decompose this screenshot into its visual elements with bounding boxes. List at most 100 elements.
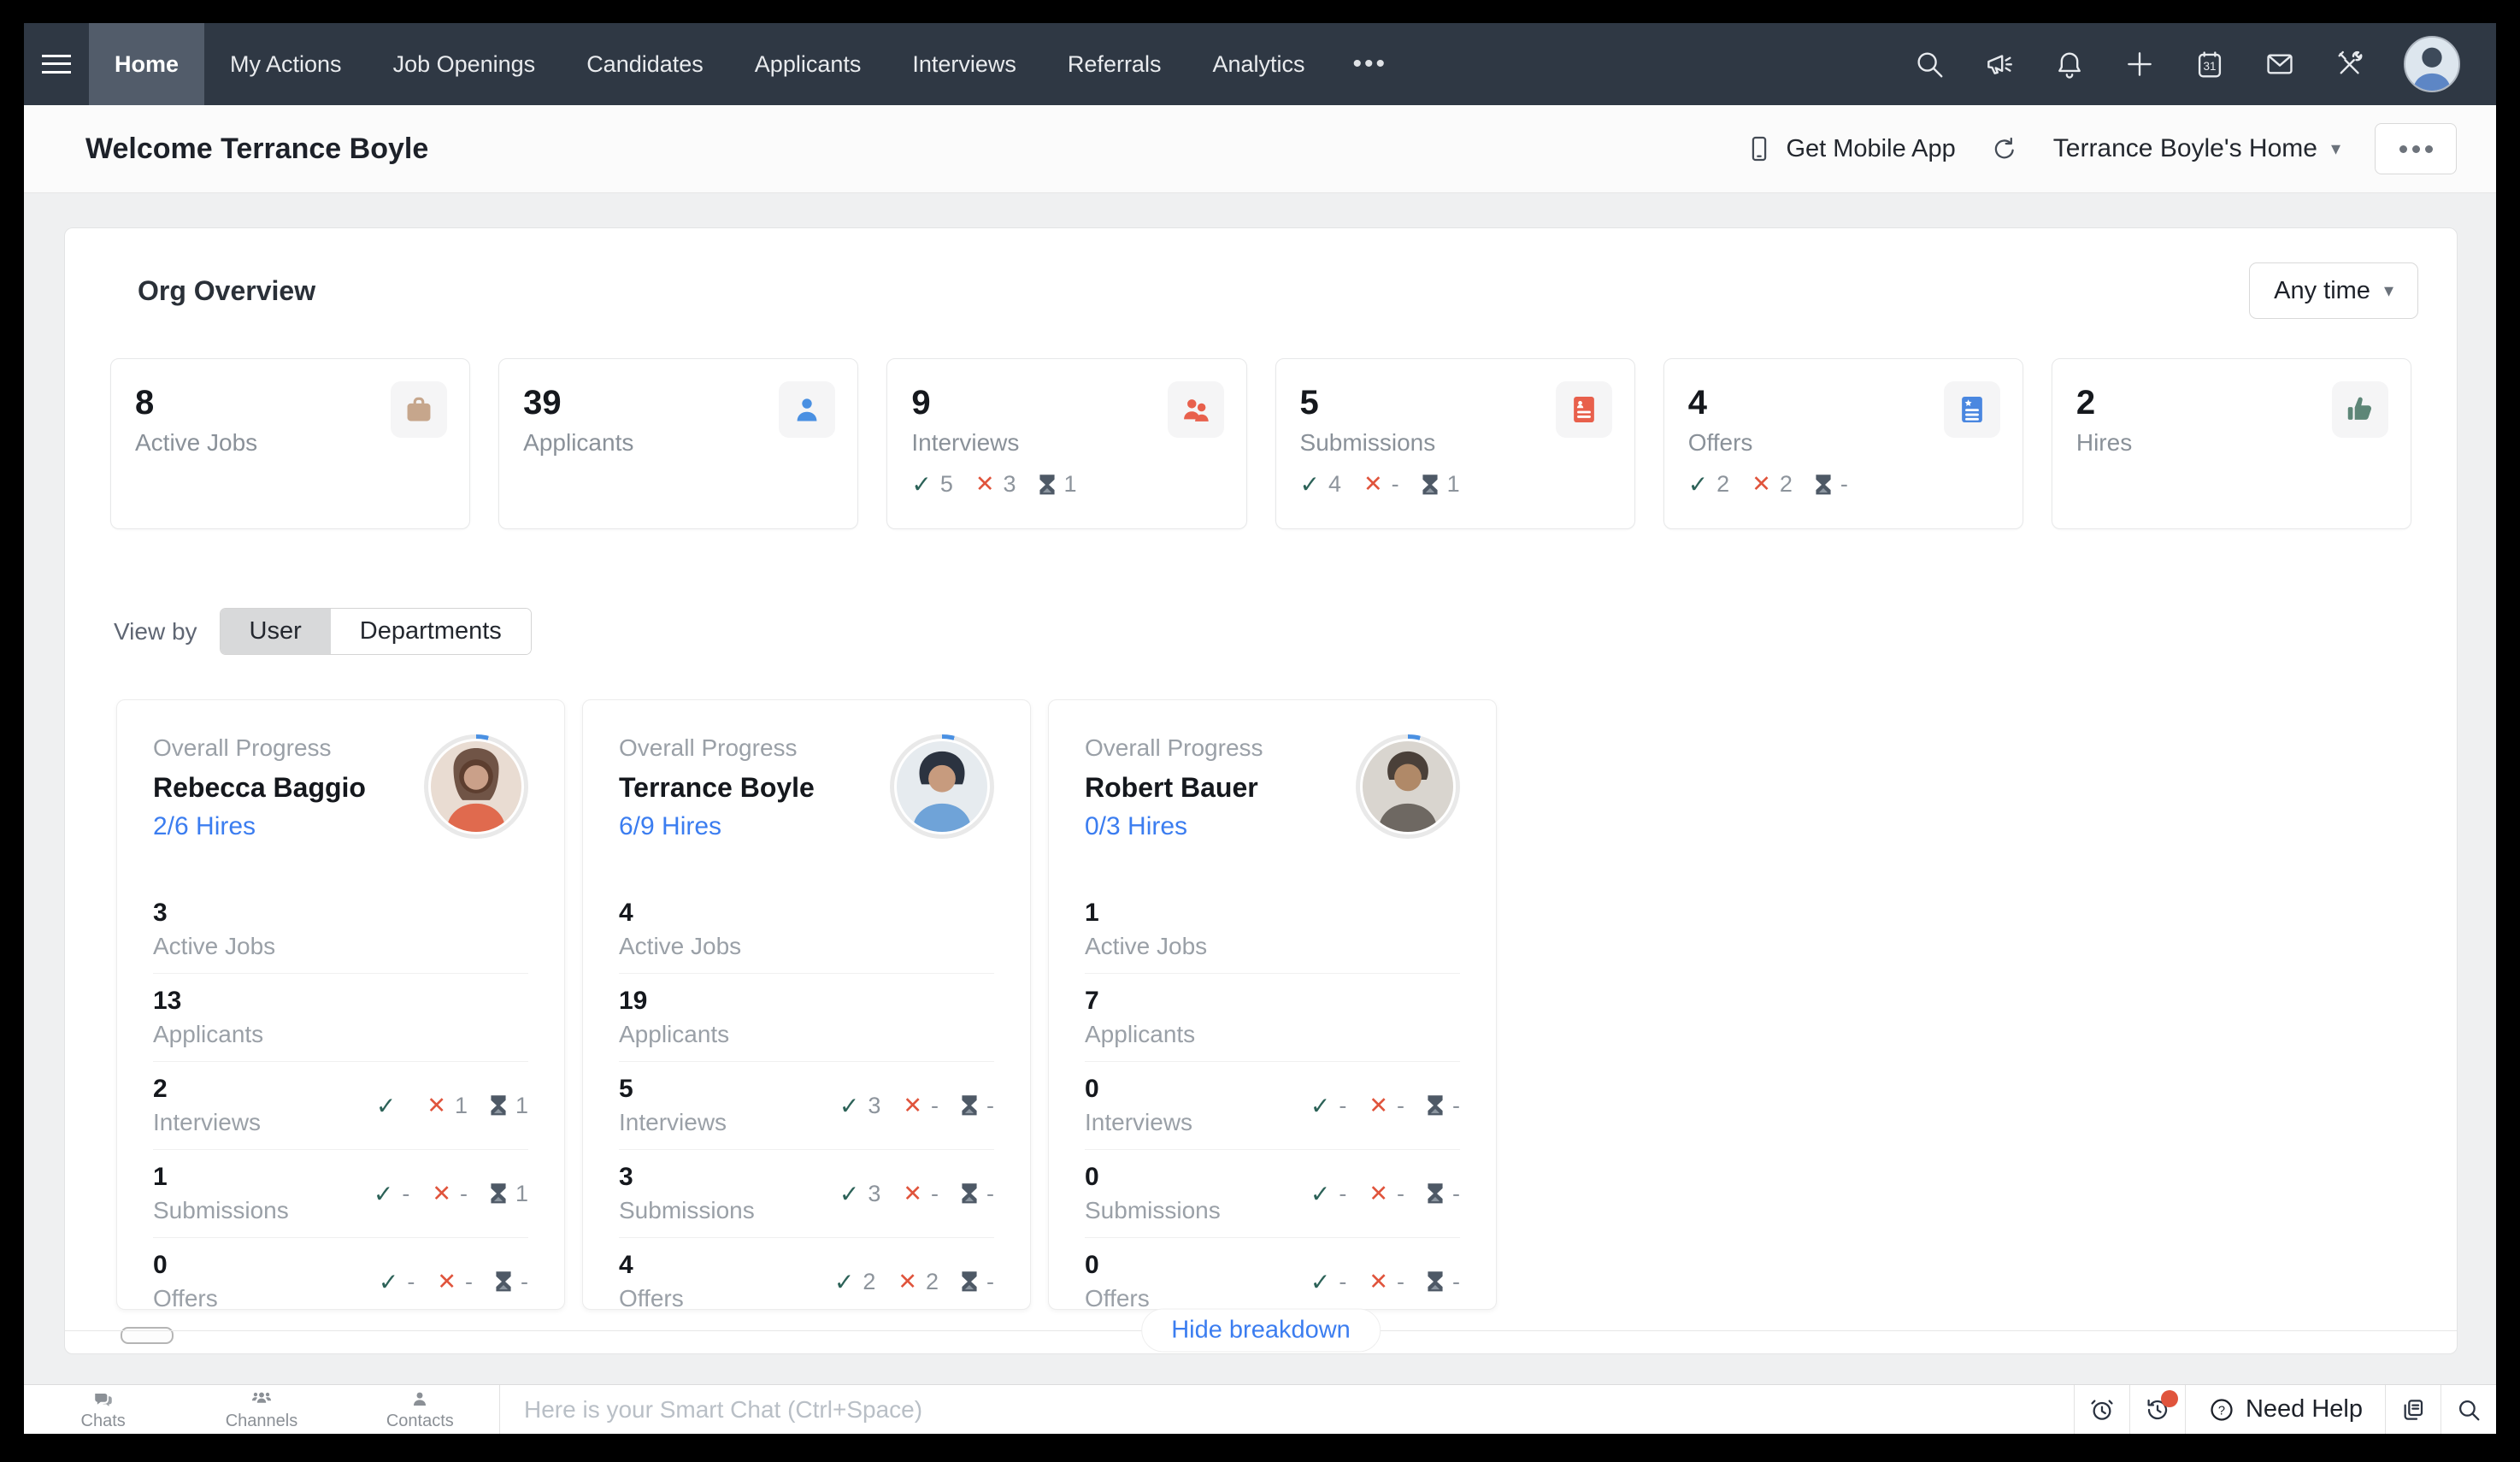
nav-item-candidates[interactable]: Candidates <box>561 23 729 105</box>
user-stat-row: 4 Active Jobs <box>619 886 994 974</box>
bell-icon[interactable] <box>2053 48 2086 80</box>
nav-item-interviews[interactable]: Interviews <box>886 23 1042 105</box>
doc-star-icon <box>1943 381 2000 438</box>
hires-link[interactable]: 2/6 Hires <box>153 812 256 841</box>
hamburger-menu-icon[interactable] <box>24 23 89 105</box>
pending-count: 1 <box>1063 471 1077 497</box>
pending-count: - <box>521 1268 528 1294</box>
check-count: 2 <box>1716 471 1730 497</box>
bottom-chat-bar: Chats Channels Contacts ? Need Help <box>24 1384 2496 1434</box>
smart-chat-input[interactable] <box>522 1394 2074 1424</box>
row-label: Active Jobs <box>153 933 276 959</box>
check-count: - <box>407 1268 415 1294</box>
header-more-button[interactable] <box>2375 123 2457 174</box>
nav-item-my-actions[interactable]: My Actions <box>204 23 368 105</box>
plus-icon[interactable] <box>2123 48 2156 80</box>
calendar-icon[interactable]: 31 <box>2193 48 2226 80</box>
overall-progress-label: Overall Progress <box>1085 734 1263 761</box>
feedback-button[interactable] <box>2385 1385 2441 1434</box>
chat-tab-channels[interactable]: Channels <box>182 1385 340 1434</box>
check-icon: ✓ <box>1310 1268 1331 1295</box>
pending-count: 1 <box>515 1092 528 1118</box>
rejected-count: - <box>1391 471 1399 497</box>
check-count: - <box>402 1180 410 1206</box>
reminders-button[interactable] <box>2073 1385 2129 1434</box>
question-circle-icon: ? <box>2211 1398 2233 1421</box>
get-mobile-app-button[interactable]: Get Mobile App <box>1745 134 1956 163</box>
status-breakdown: ✓ 2 ✕ 2 - <box>834 1268 994 1296</box>
pending-count: - <box>986 1180 994 1206</box>
chat-tab-contacts[interactable]: Contacts <box>341 1385 499 1434</box>
check-icon: ✓ <box>375 1092 397 1119</box>
user-stat-row: 3 Active Jobs <box>153 886 528 974</box>
check-icon: ✓ <box>1687 471 1709 498</box>
people-icon <box>1167 381 1224 438</box>
user-stat-row: 1 Submissions ✓ - ✕ -1 <box>153 1150 528 1238</box>
hide-breakdown-button[interactable]: Hide breakdown <box>1141 1308 1381 1353</box>
nav-item-home[interactable]: Home <box>89 23 205 105</box>
nav-item-job-openings[interactable]: Job Openings <box>368 23 562 105</box>
check-count: 3 <box>868 1092 881 1118</box>
chat-search-button[interactable] <box>2441 1385 2496 1434</box>
rejected-count: - <box>931 1092 939 1118</box>
chat-tabs: Chats Channels Contacts <box>24 1385 500 1434</box>
status-breakdown: ✓ 3 ✕ - - <box>839 1092 994 1120</box>
avatar <box>890 734 994 839</box>
user-stat-row: 5 Interviews ✓ 3 ✕ - - <box>619 1062 994 1150</box>
row-value: 0 <box>1085 1251 1099 1279</box>
hires-link[interactable]: 0/3 Hires <box>1085 812 1187 841</box>
rejected-count: - <box>1397 1268 1404 1294</box>
pending-count: - <box>1452 1268 1460 1294</box>
user-stat-rows: 4 Active Jobs 19 Applicants 5 Interviews ✓ 3 ✕ - -… <box>619 886 994 1325</box>
x-icon: ✕ <box>432 1180 451 1206</box>
org-stats-row: 8 Active Jobs 39 Applicants 9 Interviews… <box>65 358 2457 529</box>
row-value: 2 <box>153 1075 168 1103</box>
history-button[interactable] <box>2128 1385 2185 1434</box>
row-label: Submissions <box>1085 1197 1221 1223</box>
need-help-button[interactable]: ? Need Help <box>2184 1385 2385 1434</box>
user-stat-row: 0 Offers ✓ - ✕ - - <box>153 1238 528 1325</box>
nav-more-button[interactable]: ••• <box>1331 23 1410 105</box>
row-label: Submissions <box>619 1197 755 1223</box>
rejected-count: 2 <box>925 1268 939 1294</box>
tools-icon[interactable] <box>2334 48 2366 80</box>
rejected-count: 1 <box>454 1092 468 1118</box>
status-breakdown: ✓ - ✕ - - <box>379 1268 528 1296</box>
chat-tab-chats[interactable]: Chats <box>24 1385 182 1434</box>
person-icon <box>779 381 836 438</box>
refresh-icon[interactable] <box>1990 134 2019 163</box>
view-by-option-departments[interactable]: Departments <box>330 609 531 654</box>
check-icon: ✓ <box>1310 1092 1331 1119</box>
view-by-option-user[interactable]: User <box>220 609 331 654</box>
row-value: 0 <box>1085 1075 1099 1103</box>
status-breakdown: ✓ - ✕ - - <box>1310 1092 1460 1120</box>
row-label: Interviews <box>619 1109 727 1135</box>
row-label: Interviews <box>153 1109 262 1135</box>
row-label: Offers <box>619 1285 684 1312</box>
nav-item-referrals[interactable]: Referrals <box>1042 23 1187 105</box>
megaphone-icon[interactable] <box>1983 48 2016 80</box>
horizontal-scrollbar[interactable] <box>121 1327 174 1344</box>
home-selector-dropdown[interactable]: Terrance Boyle's Home ▾ <box>2053 134 2340 163</box>
nav-item-applicants[interactable]: Applicants <box>729 23 887 105</box>
pending-count: 1 <box>1446 471 1460 497</box>
status-breakdown: ✓ - ✕ -1 <box>374 1180 528 1208</box>
hourglass-icon <box>1039 474 1055 494</box>
time-filter-button[interactable]: Any time ▾ <box>2249 262 2418 319</box>
row-value: 7 <box>1085 987 1099 1015</box>
x-icon: ✕ <box>903 1092 922 1118</box>
x-icon: ✕ <box>1369 1268 1388 1294</box>
pending-count: - <box>986 1268 994 1294</box>
overall-progress-label: Overall Progress <box>153 734 332 761</box>
nav-item-analytics[interactable]: Analytics <box>1186 23 1330 105</box>
chat-tab-label: Chats <box>80 1411 126 1430</box>
hires-link[interactable]: 6/9 Hires <box>619 812 721 841</box>
user-avatar[interactable] <box>2404 36 2460 92</box>
row-value: 5 <box>619 1075 633 1103</box>
rejected-count: 3 <box>1003 471 1016 497</box>
people-group-icon <box>250 1388 273 1411</box>
search-icon[interactable] <box>1913 48 1946 80</box>
user-stat-rows: 1 Active Jobs 7 Applicants 0 Interviews ✓ - ✕ - -0… <box>1085 886 1460 1325</box>
mail-icon[interactable] <box>2264 48 2296 80</box>
copy-documents-icon <box>2404 1399 2423 1420</box>
